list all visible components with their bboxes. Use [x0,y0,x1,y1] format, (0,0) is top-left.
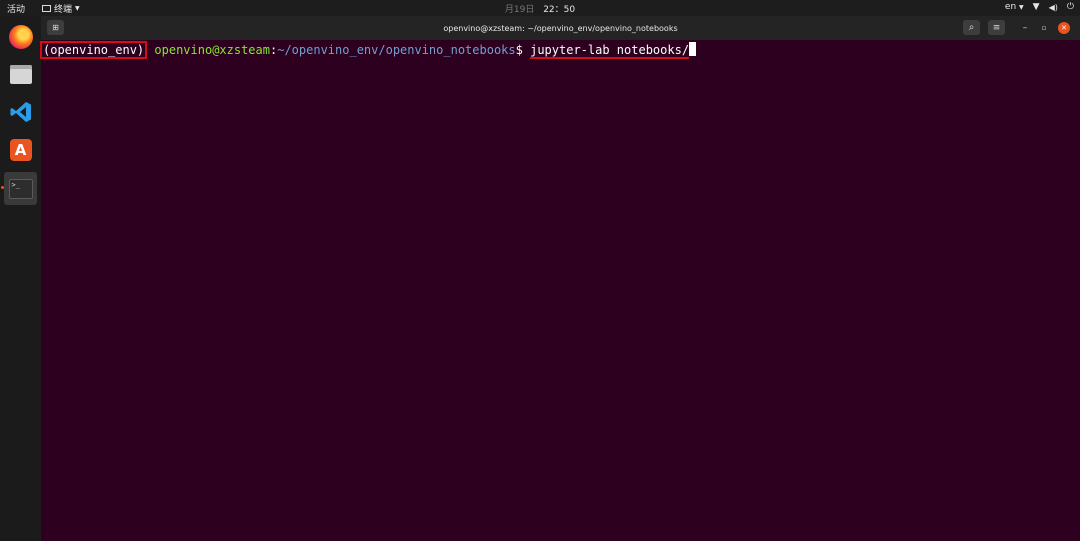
maximize-icon: ▫ [1041,24,1047,32]
volume-icon[interactable]: ◀) [1049,3,1058,12]
power-icon[interactable]: ⏻ [1067,2,1074,12]
dock: A >_ [0,16,41,541]
top-bar: 活动 终端 ▼ 月19日 22：50 en ▼ ▼ ◀) ⏻ [0,0,1080,16]
venv-label: (openvino_env) [40,41,148,59]
clock-date: 月19日 [504,5,535,15]
close-button[interactable]: ✕ [1058,22,1070,34]
prompt-line: (openvino_env) openvino@xzsteam:~/openvi… [40,41,697,59]
maximize-button[interactable]: ▫ [1038,22,1050,34]
dock-software-center[interactable]: A [4,133,37,166]
wifi-icon[interactable]: ▼ [1033,2,1040,12]
prompt-symbol: $ [515,43,523,57]
dock-files[interactable] [4,58,37,91]
dock-terminal[interactable]: >_ [4,172,37,205]
terminal-icon: >_ [8,178,33,199]
language-label: en [1004,2,1017,12]
software-center-icon: A [9,138,32,161]
firefox-icon [8,24,33,49]
dock-firefox[interactable] [4,20,37,53]
prompt-path: ~/openvino_env/openvino_notebooks [277,43,516,57]
scrollbar[interactable] [1065,40,1080,541]
window-title: openvino@xzsteam: ~/openvino_env/openvin… [443,24,678,33]
terminal-window: ⊞ openvino@xzsteam: ~/openvino_env/openv… [40,16,1080,541]
language-indicator[interactable]: en ▼ [1005,2,1024,12]
system-tray: en ▼ ▼ ◀) ⏻ [1005,2,1074,12]
chevron-down-icon: ▼ [1019,4,1024,11]
minimize-icon: – [1022,23,1028,33]
dock-vscode[interactable] [4,95,37,128]
running-indicator [1,186,4,189]
search-icon: ⌕ [968,22,975,33]
text-cursor [689,42,697,56]
close-icon: ✕ [1061,24,1067,32]
minimize-button[interactable]: – [1019,22,1031,34]
vscode-icon [10,101,31,122]
title-bar: ⊞ openvino@xzsteam: ~/openvino_env/openv… [41,16,1080,40]
menu-button[interactable]: ≡ [988,20,1005,35]
search-button[interactable]: ⌕ [963,20,980,35]
prompt-userhost: openvino@xzsteam [154,43,270,57]
files-icon [9,65,32,84]
command-text: jupyter-lab notebooks/ [530,43,690,59]
clock[interactable]: 月19日 22：50 [0,2,1080,15]
terminal-output[interactable]: (openvino_env) openvino@xzsteam:~/openvi… [40,40,1067,541]
clock-time: 22：50 [543,5,576,15]
hamburger-menu-icon: ≡ [992,22,1001,33]
